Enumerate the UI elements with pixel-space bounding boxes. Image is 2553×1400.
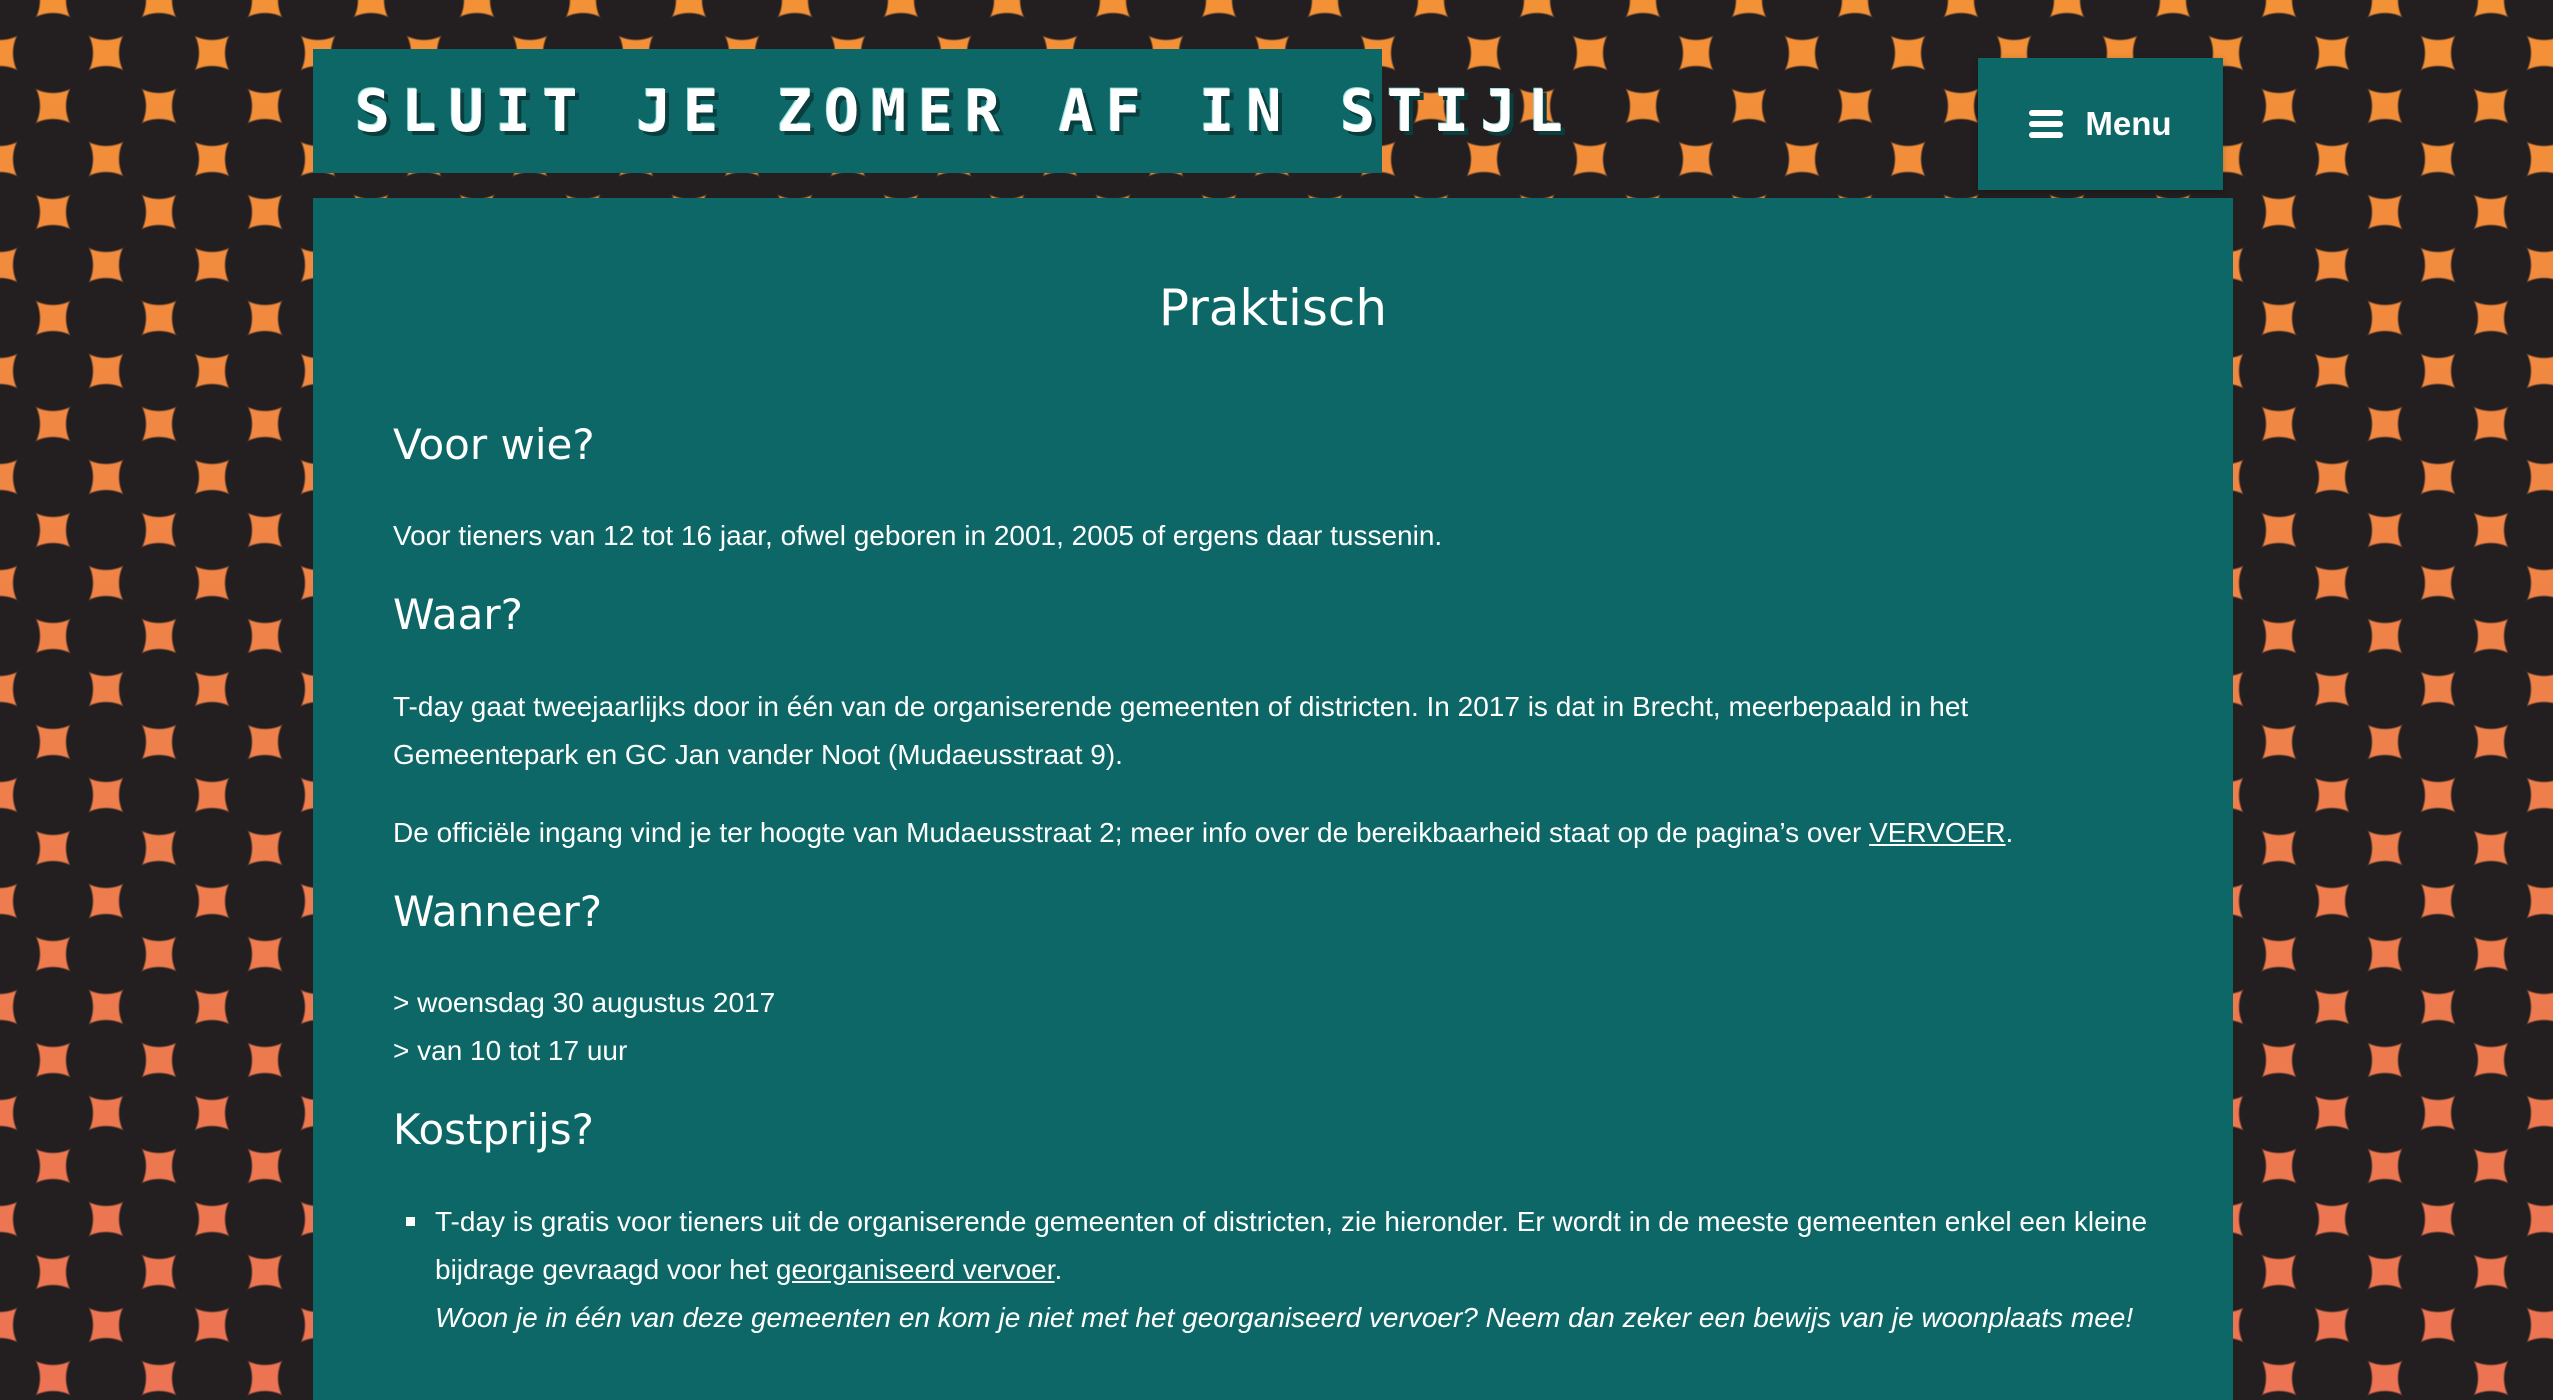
menu-button[interactable]: Menu [1978,58,2223,190]
text-wanneer: > woensdag 30 augustus 2017 > van 10 tot … [393,979,2153,1075]
section-kostprijs: Kostprijs? T-day is gratis voor tieners … [393,1105,2153,1341]
site-title[interactable]: Sluit je zomer af in stijl [355,77,1575,145]
heading-voor-wie: Voor wie? [393,420,595,469]
heading-kostprijs: Kostprijs? [393,1105,594,1155]
kostprijs-note: Woon je in één van deze gemeenten en kom… [435,1301,2134,1333]
heading-waar: Waar? [393,590,523,640]
text-waar-entrance-prefix: De officiële ingang vind je ter hoogte v… [393,816,1870,848]
heading-wanneer: Wanneer? [393,886,603,936]
section-wanneer: Wanneer? > woensdag 30 augustus 2017 > va… [393,887,2153,1075]
wanneer-time: > van 10 tot 17 uur [393,1035,628,1067]
main-content: Praktisch Voor wie? Voor tieners van 12 … [313,198,2233,1400]
section-waar: Waar? T-day gaat tweejaarlijks door in é… [393,590,2153,856]
wanneer-date: > woensdag 30 augustus 2017 [393,987,776,1019]
text-waar-entrance: De officiële ingang vind je ter hoogte v… [393,809,2153,857]
page-title: Praktisch [1158,279,1388,337]
hamburger-icon [2029,110,2064,138]
georganiseerd-vervoer-link[interactable]: georganiseerd vervoer [776,1254,1055,1285]
list-item: T-day is gratis voor tieners uit de orga… [406,1198,2153,1342]
site-title-banner[interactable]: Sluit je zomer af in stijl [313,49,1563,173]
menu-label: Menu [2085,105,2172,142]
kostprijs-text-suffix: . [1054,1253,1063,1285]
kostprijs-text: T-day is gratis voor tieners uit de orga… [435,1205,2148,1285]
text-waar-entrance-suffix: . [2005,816,2014,848]
kostprijs-list: T-day is gratis voor tieners uit de orga… [393,1198,2153,1342]
section-voor-wie: Voor wie? Voor tieners van 12 tot 16 jaa… [393,420,2153,560]
text-waar-location: T-day gaat tweejaarlijks door in één van… [393,690,1969,770]
vervoer-link[interactable]: VERVOER [1869,817,2005,848]
text-voor-wie: Voor tieners van 12 tot 16 jaar, ofwel g… [393,520,1443,552]
